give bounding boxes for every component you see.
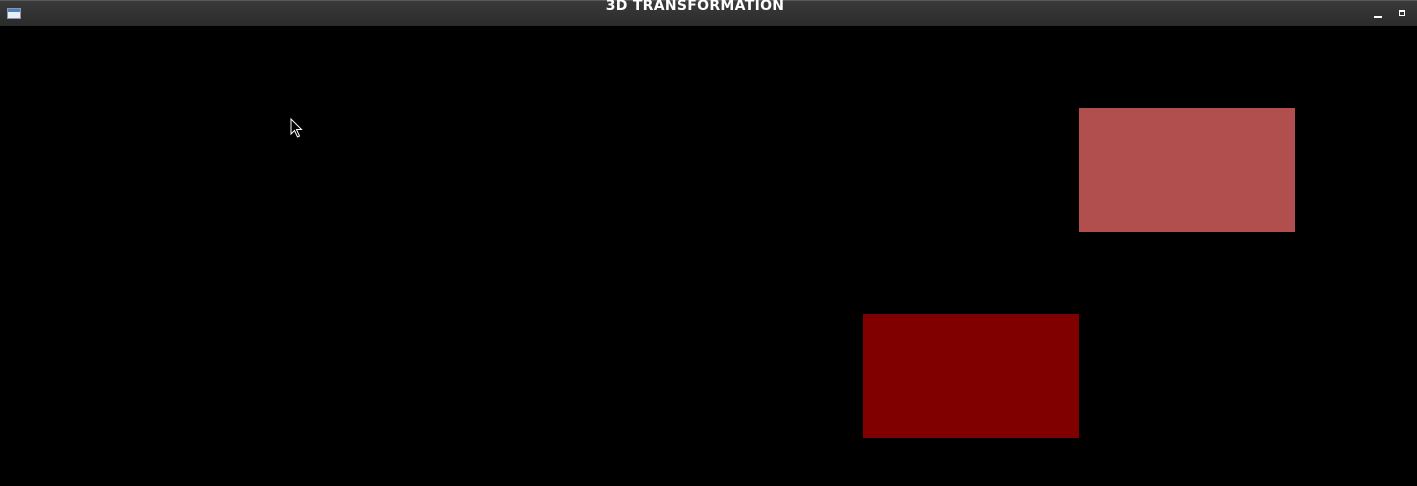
window-title: 3D TRANSFORMATION <box>605 0 785 14</box>
mouse-pointer-icon <box>290 118 303 138</box>
minimize-icon <box>1374 16 1382 18</box>
translated-rectangle <box>1079 108 1295 232</box>
title-bar[interactable]: 3D TRANSFORMATION <box>0 0 1417 26</box>
maximize-button[interactable] <box>1396 7 1408 19</box>
original-rectangle <box>863 314 1079 438</box>
drawing-canvas[interactable] <box>0 26 1417 486</box>
minimize-button[interactable] <box>1372 7 1384 19</box>
app-window: 3D TRANSFORMATION <box>0 0 1417 486</box>
maximize-icon <box>1399 10 1405 16</box>
